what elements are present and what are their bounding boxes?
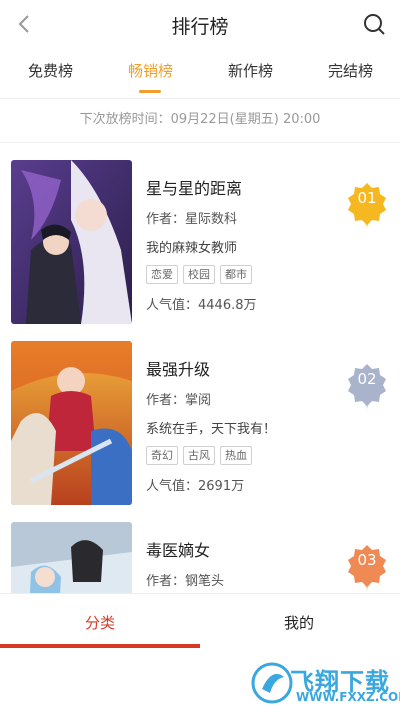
book-author: 作者：星际数科 — [146, 212, 238, 227]
rank-number: 03 — [357, 551, 377, 569]
book-title[interactable]: 最强升级 — [146, 356, 210, 380]
rank-badge: 01 — [346, 182, 388, 230]
tag: 恋爱 — [146, 265, 178, 284]
book-cover[interactable] — [11, 522, 132, 593]
divider — [0, 142, 400, 143]
book-item[interactable]: 星与星的距离 作者：星际数科 我的麻辣女教师 恋爱 校园 都市 人气值：4446.8… — [0, 160, 400, 326]
tab-bestseller[interactable]: 畅销榜 — [128, 60, 173, 81]
active-nav-indicator — [0, 644, 200, 648]
rank-number: 02 — [357, 370, 377, 388]
book-title[interactable]: 星与星的距离 — [146, 175, 242, 199]
tag-list: 恋爱 校园 都市 — [146, 263, 257, 284]
book-item[interactable]: 最强升级 作者：掌阅 系统在手，天下我有！ 奇幻 古风 热血 人气值：2691万 0… — [0, 341, 400, 507]
book-cover[interactable] — [11, 160, 132, 324]
book-author: 作者：掌阅 — [146, 393, 212, 408]
book-author: 作者：钢笔头 — [146, 574, 225, 589]
ranking-tabs: 免费榜 畅销榜 新作榜 完结榜 — [0, 48, 400, 99]
tag-list: 奇幻 古风 热血 — [146, 444, 257, 465]
tag: 都市 — [220, 265, 252, 284]
watermark-url: WWW.FXXZ.COM — [296, 690, 400, 704]
tag: 古风 — [183, 446, 215, 465]
header-bar: 排行榜 — [0, 0, 400, 48]
active-tab-indicator — [139, 90, 161, 93]
book-description: 我的麻辣女教师 — [146, 241, 238, 256]
search-icon[interactable] — [362, 12, 386, 36]
book-title[interactable]: 毒医嫡女 — [146, 537, 210, 561]
book-item[interactable]: 毒医嫡女 作者：钢笔头 03 — [0, 522, 400, 593]
popularity-value: 人气值：2691万 — [146, 479, 245, 494]
popularity-value: 人气值：4446.8万 — [146, 298, 257, 313]
nav-mine[interactable]: 我的 — [284, 612, 314, 633]
nav-category[interactable]: 分类 — [85, 612, 115, 633]
tab-free[interactable]: 免费榜 — [28, 60, 73, 81]
page-title: 排行榜 — [171, 16, 229, 38]
bottom-navigation: 分类 我的 — [0, 593, 400, 651]
tag: 奇幻 — [146, 446, 178, 465]
tab-completed[interactable]: 完结榜 — [328, 60, 373, 81]
rank-number: 01 — [357, 189, 377, 207]
rank-badge: 03 — [346, 544, 388, 592]
book-description: 系统在手，天下我有！ — [146, 422, 277, 437]
book-cover[interactable] — [11, 341, 132, 505]
tab-new[interactable]: 新作榜 — [228, 60, 273, 81]
next-release-time: 下次放榜时间：09月22日(星期五) 20:00 — [79, 112, 321, 127]
tag: 热血 — [220, 446, 252, 465]
rank-badge: 02 — [346, 363, 388, 411]
tag: 校园 — [183, 265, 215, 284]
